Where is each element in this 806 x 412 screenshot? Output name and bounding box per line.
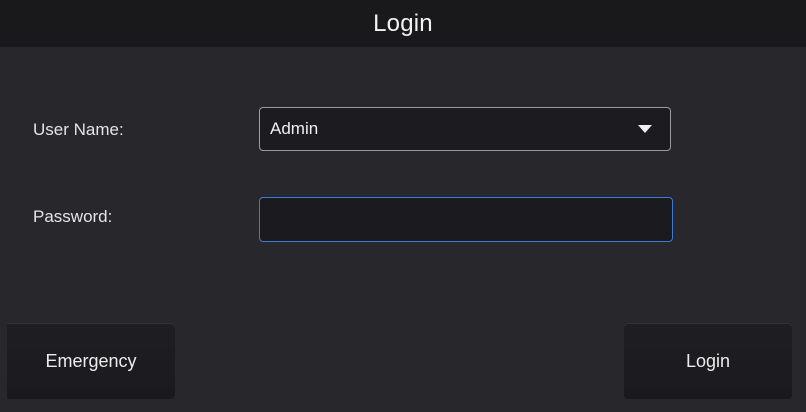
- dialog-title: Login: [0, 0, 806, 47]
- username-select-value: Admin: [270, 119, 319, 138]
- login-dialog: Login User Name: Admin Password: Emergen…: [0, 0, 806, 412]
- dropdown-arrow-icon[interactable]: [638, 125, 652, 133]
- emergency-button[interactable]: Emergency: [7, 323, 175, 399]
- username-label: User Name:: [33, 120, 124, 139]
- password-label: Password:: [33, 207, 113, 226]
- username-select[interactable]: Admin: [259, 107, 671, 151]
- password-input[interactable]: [259, 197, 673, 242]
- login-button[interactable]: Login: [624, 323, 792, 399]
